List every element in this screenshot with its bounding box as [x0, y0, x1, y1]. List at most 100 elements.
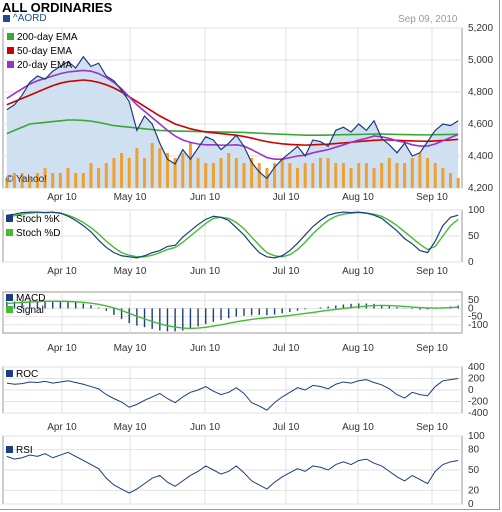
- volume-bar: [120, 153, 124, 188]
- y-tick-label: 5,200: [468, 23, 493, 34]
- y-tick-label: 100: [468, 205, 485, 216]
- volume-bar: [311, 163, 315, 188]
- volume-bar: [441, 168, 445, 188]
- x-tick-label: May 10: [114, 192, 147, 203]
- y-tick-label: 5,000: [468, 55, 493, 66]
- y-tick-label: 200: [468, 374, 485, 385]
- y-tick-label: 400: [468, 362, 485, 373]
- y-tick-label: 0: [468, 385, 474, 396]
- legend-swatch: [6, 229, 13, 236]
- x-tick-label: Apr 10: [47, 343, 77, 354]
- legend-label: 20-day EMA: [17, 60, 72, 71]
- volume-bar: [81, 173, 85, 188]
- x-tick-label: Apr 10: [47, 422, 77, 433]
- x-tick-label: Aug 10: [342, 422, 374, 433]
- y-tick-label: -200: [468, 397, 488, 408]
- volume-bar: [372, 168, 376, 188]
- volume-bar: [204, 163, 208, 188]
- volume-bar: [51, 173, 55, 188]
- volume-bar: [97, 168, 101, 188]
- volume-bar: [364, 163, 368, 188]
- x-tick-label: Apr 10: [47, 266, 77, 277]
- x-tick-label: May 10: [114, 266, 147, 277]
- volume-bar: [387, 158, 391, 188]
- x-tick-label: Jul 10: [273, 192, 300, 203]
- y-tick-label: 4,800: [468, 87, 493, 98]
- stoch-k-line: [6, 211, 459, 259]
- volume-bar: [288, 163, 292, 188]
- legend-label: Stoch %K: [16, 214, 60, 225]
- volume-bar: [211, 163, 215, 188]
- volume-bar: [143, 158, 147, 188]
- volume-bar: [303, 163, 307, 188]
- volume-bar: [403, 163, 407, 188]
- volume-bar: [410, 158, 414, 188]
- volume-bar: [296, 168, 300, 188]
- volume-bar: [326, 158, 330, 188]
- legend-label: ROC: [16, 369, 38, 380]
- volume-bar: [456, 178, 460, 188]
- rsi-line: [6, 451, 459, 494]
- legend-label: RSI: [16, 445, 33, 456]
- x-tick-label: Jun 10: [190, 266, 220, 277]
- legend-label: 50-day EMA: [17, 46, 72, 57]
- volume-bar: [219, 158, 223, 188]
- x-tick-label: Sep 10: [416, 343, 448, 354]
- legend-label: 200-day EMA: [17, 32, 78, 43]
- technical-chart: 5,200 5,000 4,800 4,600 4,400 4,200 Apr 10 May …: [2, 23, 493, 510]
- legend-label: Signal: [16, 305, 44, 316]
- volume-bar: [449, 173, 453, 188]
- x-tick-label: Jun 10: [190, 422, 220, 433]
- volume-bar: [433, 163, 437, 188]
- volume-bar: [341, 163, 345, 188]
- x-tick-label: May 10: [114, 343, 147, 354]
- x-tick-label: Jul 10: [273, 266, 300, 277]
- legend-label: MACD: [16, 293, 45, 304]
- volume-bar: [395, 163, 399, 188]
- x-tick-label: May 10: [114, 422, 147, 433]
- x-tick-label: Jun 10: [190, 343, 220, 354]
- legend-swatch: [7, 33, 14, 40]
- y-tick-label: 4,200: [468, 183, 493, 194]
- x-tick-label: Jul 10: [273, 343, 300, 354]
- volume-bar: [188, 143, 192, 188]
- y-tick-label: 50: [468, 465, 480, 476]
- volume-bar: [426, 158, 430, 188]
- x-tick-label: Apr 10: [47, 192, 77, 203]
- x-tick-label: Sep 10: [416, 192, 448, 203]
- y-tick-label: -400: [468, 408, 488, 419]
- y-tick-label: 0: [468, 499, 474, 510]
- legend-swatch: [7, 47, 14, 54]
- y-tick-label: 50: [468, 231, 480, 242]
- legend-swatch: [6, 294, 13, 301]
- volume-bar: [104, 163, 108, 188]
- y-tick-label: 4,600: [468, 119, 493, 130]
- legend-swatch: [6, 306, 13, 313]
- x-tick-label: Jul 10: [273, 422, 300, 433]
- volume-bar: [66, 168, 70, 188]
- volume-bar: [349, 168, 353, 188]
- legend-label: Stoch %D: [16, 228, 60, 239]
- volume-bar: [74, 173, 78, 188]
- y-tick-label: 100: [468, 431, 485, 442]
- volume-bar: [58, 173, 62, 188]
- x-tick-label: Jun 10: [190, 192, 220, 203]
- y-tick-label: -100: [468, 320, 488, 331]
- x-tick-label: Aug 10: [342, 343, 374, 354]
- volume-bar: [234, 158, 238, 188]
- volume-bar: [196, 158, 200, 188]
- legend-swatch: [6, 215, 13, 222]
- volume-bar: [181, 153, 185, 188]
- volume-bar: [357, 163, 361, 188]
- x-tick-label: Sep 10: [416, 422, 448, 433]
- x-tick-label: Sep 10: [416, 266, 448, 277]
- volume-bar: [242, 163, 246, 188]
- volume-bar: [135, 148, 139, 188]
- y-tick-label: 0: [468, 257, 474, 268]
- x-tick-label: Aug 10: [342, 266, 374, 277]
- volume-bar: [257, 163, 261, 188]
- volume-bar: [280, 158, 284, 188]
- y-tick-label: 20: [468, 485, 480, 496]
- volume-bar: [150, 143, 154, 188]
- legend-swatch: [7, 61, 14, 68]
